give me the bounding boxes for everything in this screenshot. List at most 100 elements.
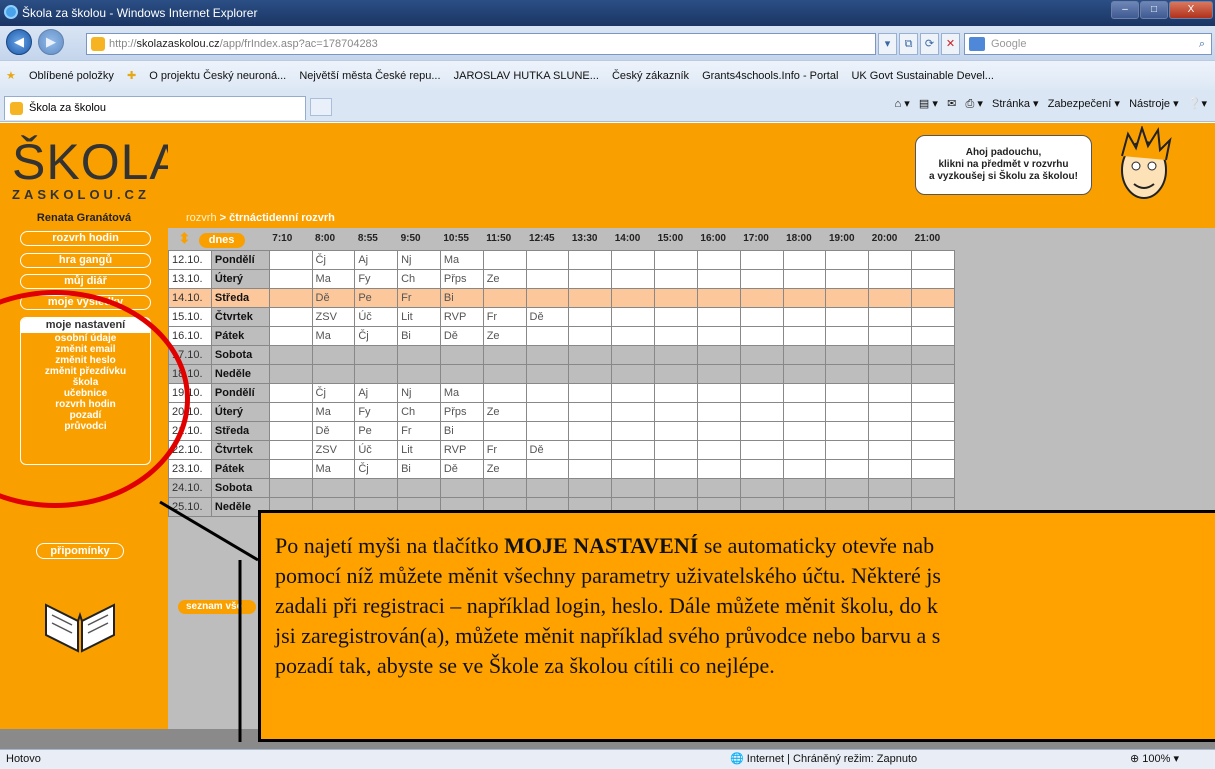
lesson-cell[interactable] [782, 325, 827, 346]
lesson-cell[interactable] [911, 287, 955, 308]
lesson-cell[interactable] [525, 477, 570, 498]
lesson-cell[interactable] [482, 420, 527, 441]
home-icon[interactable]: ⌂ ▾ [895, 98, 910, 110]
pripominky-button[interactable]: připomínky [36, 543, 124, 559]
lesson-cell[interactable]: Bi [439, 420, 484, 441]
lesson-cell[interactable]: RVP [439, 306, 484, 327]
lesson-cell[interactable] [696, 344, 741, 365]
lesson-cell[interactable]: Dě [439, 325, 484, 346]
lesson-cell[interactable] [568, 344, 613, 365]
lesson-cell[interactable] [696, 306, 741, 327]
lesson-cell[interactable]: Ze [482, 401, 527, 422]
lesson-cell[interactable] [482, 477, 527, 498]
lesson-cell[interactable] [739, 363, 784, 384]
lesson-cell[interactable] [868, 420, 913, 441]
lesson-cell[interactable]: Ze [482, 458, 527, 479]
forward-button[interactable]: ▶ [38, 29, 64, 55]
menu-hra-gangu[interactable]: hra gangů [20, 253, 151, 268]
lesson-cell[interactable] [482, 363, 527, 384]
lesson-cell[interactable] [911, 382, 955, 403]
lesson-cell[interactable] [825, 477, 870, 498]
lesson-cell[interactable] [611, 306, 656, 327]
lesson-cell[interactable] [268, 401, 313, 422]
favorite-link-3[interactable]: JAROSLAV HUTKA SLUNE... [454, 70, 599, 82]
menu-rozvrh-hodin[interactable]: rozvrh hodin [20, 231, 151, 246]
lesson-cell[interactable]: Nj [397, 382, 441, 403]
compat-icon[interactable]: ⧉ [899, 33, 918, 55]
lesson-cell[interactable] [611, 401, 656, 422]
lesson-cell[interactable] [568, 401, 613, 422]
lesson-cell[interactable]: Pe [354, 420, 399, 441]
lesson-cell[interactable]: Fy [354, 401, 399, 422]
lesson-cell[interactable] [525, 325, 570, 346]
mail-icon[interactable]: ✉ [947, 98, 956, 110]
lesson-cell[interactable] [568, 306, 613, 327]
lesson-cell[interactable] [611, 363, 656, 384]
lesson-cell[interactable] [782, 420, 827, 441]
lesson-cell[interactable] [611, 439, 656, 460]
lesson-cell[interactable] [739, 306, 784, 327]
lesson-cell[interactable] [268, 363, 313, 384]
lesson-cell[interactable] [268, 439, 313, 460]
lesson-cell[interactable] [654, 268, 698, 289]
lesson-cell[interactable] [439, 344, 484, 365]
lesson-cell[interactable] [525, 363, 570, 384]
lesson-cell[interactable] [525, 287, 570, 308]
lesson-cell[interactable] [868, 249, 913, 270]
lesson-cell[interactable] [568, 458, 613, 479]
lesson-cell[interactable] [868, 401, 913, 422]
lesson-cell[interactable] [654, 401, 698, 422]
lesson-cell[interactable] [911, 268, 955, 289]
back-button[interactable]: ◀ [6, 29, 32, 55]
lesson-cell[interactable] [568, 477, 613, 498]
lesson-cell[interactable] [739, 458, 784, 479]
lesson-cell[interactable] [611, 458, 656, 479]
lesson-cell[interactable] [268, 458, 313, 479]
lesson-cell[interactable]: Fy [354, 268, 399, 289]
lesson-cell[interactable] [654, 439, 698, 460]
lesson-cell[interactable] [739, 382, 784, 403]
lesson-cell[interactable]: Dě [311, 420, 356, 441]
lesson-cell[interactable] [696, 439, 741, 460]
lesson-cell[interactable]: RVP [439, 439, 484, 460]
favorite-link-4[interactable]: Český zákazník [612, 70, 689, 82]
lesson-cell[interactable]: Dě [525, 439, 570, 460]
lesson-cell[interactable] [568, 382, 613, 403]
lesson-cell[interactable] [782, 477, 827, 498]
lesson-cell[interactable] [911, 477, 955, 498]
search-icon[interactable]: ⌕ [1199, 34, 1205, 54]
lesson-cell[interactable] [782, 382, 827, 403]
lesson-cell[interactable] [654, 477, 698, 498]
search-input[interactable]: Google ⌕ [964, 33, 1212, 55]
lesson-cell[interactable]: Úč [354, 306, 399, 327]
lesson-cell[interactable] [868, 344, 913, 365]
lesson-cell[interactable]: ZSV [311, 439, 356, 460]
favorite-link-5[interactable]: Grants4schools.Info - Portal [702, 70, 838, 82]
lesson-cell[interactable] [696, 287, 741, 308]
seznam-button[interactable]: seznam vše [178, 600, 256, 614]
lesson-cell[interactable] [825, 458, 870, 479]
lesson-cell[interactable] [525, 382, 570, 403]
lesson-cell[interactable] [911, 458, 955, 479]
favorites-label[interactable]: Oblíbené položky [29, 70, 114, 82]
lesson-cell[interactable] [568, 420, 613, 441]
breadcrumb-link[interactable]: rozvrh [186, 212, 217, 224]
lesson-cell[interactable] [782, 458, 827, 479]
dropdown-icon[interactable]: ▾ [878, 33, 897, 55]
lesson-cell[interactable]: Dě [311, 287, 356, 308]
lesson-cell[interactable] [397, 363, 441, 384]
favorite-link-2[interactable]: Největší města České repu... [299, 70, 440, 82]
lesson-cell[interactable] [825, 401, 870, 422]
lesson-cell[interactable] [739, 268, 784, 289]
lesson-cell[interactable] [911, 401, 955, 422]
lesson-cell[interactable]: Ch [397, 401, 441, 422]
lesson-cell[interactable] [868, 363, 913, 384]
lesson-cell[interactable] [525, 401, 570, 422]
lesson-cell[interactable] [868, 477, 913, 498]
lesson-cell[interactable] [825, 306, 870, 327]
lesson-cell[interactable] [311, 344, 356, 365]
lesson-cell[interactable] [696, 249, 741, 270]
lesson-cell[interactable] [782, 439, 827, 460]
lesson-cell[interactable]: Ma [311, 458, 356, 479]
lesson-cell[interactable] [568, 325, 613, 346]
